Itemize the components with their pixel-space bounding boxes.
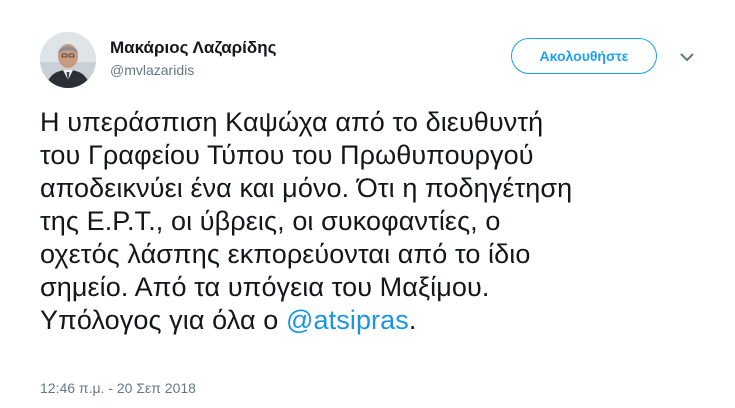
tweet-card: Μακάριος Λαζαρίδης @mvlazaridis Ακολουθή… bbox=[0, 0, 735, 408]
avatar[interactable] bbox=[40, 32, 96, 88]
tweet-text: Η υπεράσπιση Καψώχα από το διευθυντή του… bbox=[40, 106, 730, 337]
follow-button[interactable]: Ακολουθήστε bbox=[511, 38, 657, 74]
author-display-name[interactable]: Μακάριος Λαζαρίδης bbox=[110, 38, 276, 58]
author-handle[interactable]: @mvlazaridis bbox=[110, 61, 276, 79]
tweet-text-line: οχετός λάσπης εκπορεύονται από το ίδιο bbox=[40, 239, 531, 269]
tweet-text-line: της Ε.Ρ.Τ., οι ύβρεις, οι συκοφαντίες, ο bbox=[40, 206, 501, 236]
tweet-text-line: Η υπεράσπιση Καψώχα από το διευθυντή bbox=[40, 107, 544, 137]
tweet-text-line: αποδεικνύει ένα και μόνο. Ότι η ποδηγέτη… bbox=[40, 173, 573, 203]
tweet-text-prefix: Υπόλογος για όλα ο bbox=[40, 305, 287, 335]
tweet-text-line: σημείο. Από τα υπόγεια του Μαξίμου. bbox=[40, 272, 490, 302]
avatar-portrait-icon bbox=[40, 32, 96, 88]
tweet-timestamp[interactable]: 12:46 π.μ. - 20 Σεπ 2018 bbox=[40, 380, 196, 396]
tweet-text-last-line: Υπόλογος για όλα ο @atsipras. bbox=[40, 304, 730, 337]
mention-link[interactable]: @atsipras bbox=[286, 305, 409, 335]
tweet-text-line: του Γραφείου Τύπου του Πρωθυπουργού bbox=[40, 140, 534, 170]
tweet-text-suffix: . bbox=[408, 305, 417, 335]
author-block[interactable]: Μακάριος Λαζαρίδης @mvlazaridis bbox=[110, 38, 276, 79]
tweet-menu-button[interactable] bbox=[676, 48, 698, 66]
chevron-down-icon bbox=[680, 53, 694, 61]
